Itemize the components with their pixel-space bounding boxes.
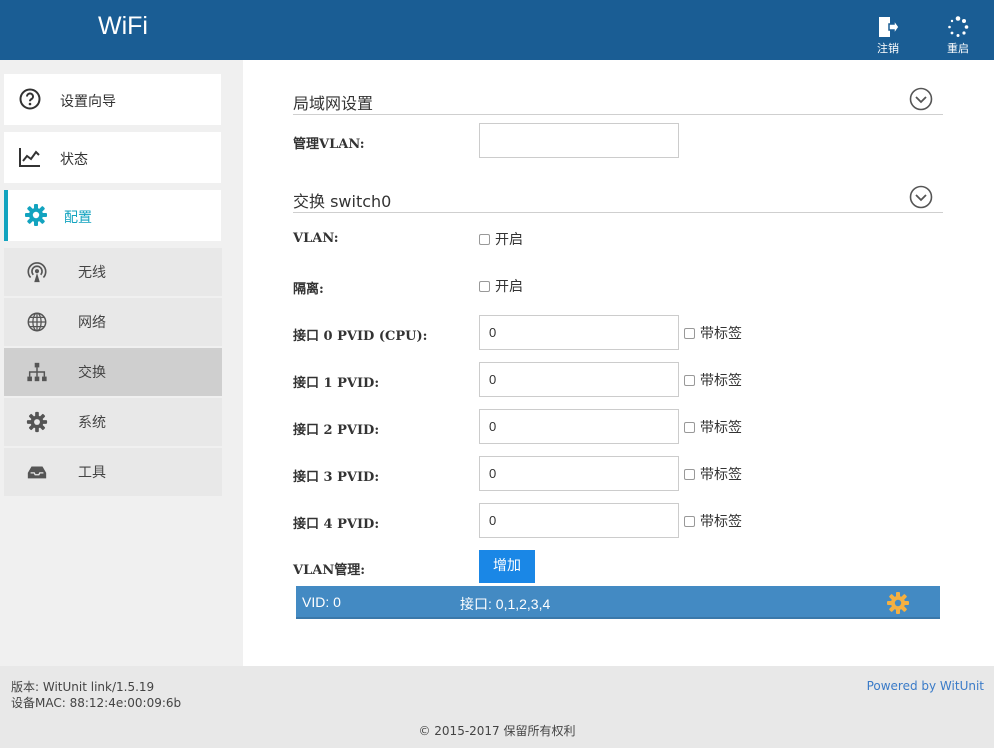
logout-icon [879, 17, 899, 37]
checkbox-label: 带标签 [700, 514, 742, 530]
sidebar-subitem-label: 系统 [78, 415, 106, 431]
top-header: WiFi 注销 重启 [0, 0, 994, 60]
sidebar-item-config[interactable]: 配置 [4, 190, 221, 241]
line-chart-icon [19, 148, 40, 167]
vlan-enable-checkbox[interactable]: 开启 [479, 229, 523, 249]
section-title: 局域网设置 [293, 94, 374, 113]
section-switch-header: 交换 switch0 [293, 185, 943, 213]
mgmt-vlan-input[interactable] [479, 123, 679, 158]
sidebar-subitem-network[interactable]: 网络 [4, 298, 222, 346]
footer: 版本: WitUnit link/1.5.19 设备MAC: 88:12:4e:… [0, 666, 994, 748]
port-4-tagged-checkbox[interactable]: 带标签 [684, 511, 742, 531]
sidebar-subitem-label: 工具 [78, 465, 106, 481]
section-lan-header: 局域网设置 [293, 87, 943, 115]
checkbox-box[interactable] [479, 234, 490, 245]
port-1-tagged-checkbox[interactable]: 带标签 [684, 370, 742, 390]
wireless-icon [27, 262, 47, 283]
checkbox-box[interactable] [684, 328, 695, 339]
port-0-pvid-input[interactable] [479, 315, 679, 350]
add-vlan-button[interactable]: 增加 [479, 550, 535, 583]
version-info: 版本: WitUnit link/1.5.19 设备MAC: 88:12:4e:… [11, 679, 181, 711]
brand-title: WiFi [98, 12, 148, 40]
sidebar-item-status[interactable]: 状态 [4, 132, 221, 183]
port-0-tagged-checkbox[interactable]: 带标签 [684, 323, 742, 343]
gear-icon [25, 204, 47, 226]
sidebar-item-label: 配置 [64, 210, 92, 226]
mgmt-vlan-label: 管理VLAN: [293, 137, 365, 152]
sidebar-subitem-label: 交换 [78, 365, 106, 381]
vlan-label: VLAN: [293, 231, 339, 246]
reboot-button[interactable]: 重启 [938, 16, 978, 56]
vlan-row[interactable]: VID: 0 接口: 0,1,2,3,4 [296, 586, 940, 619]
section-title: 交换 switch0 [293, 192, 392, 211]
question-circle-icon [19, 88, 41, 110]
reboot-label: 重启 [947, 42, 969, 55]
copyright: © 2015-2017 保留所有权利 [418, 724, 576, 738]
checkbox-label: 开启 [495, 279, 523, 295]
vlan-row-vid: VID: 0 [302, 594, 341, 610]
checkbox-label: 带标签 [700, 420, 742, 436]
vlan-row-ports: 接口: 0,1,2,3,4 [460, 596, 551, 612]
version-text: 版本: WitUnit link/1.5.19 [11, 680, 155, 694]
isolate-label: 隔离: [293, 282, 324, 297]
port-2-pvid-input[interactable] [479, 409, 679, 444]
chevron-down-icon[interactable] [909, 185, 933, 209]
checkbox-label: 开启 [495, 232, 523, 248]
mac-text: 设备MAC: 88:12:4e:00:09:6b [11, 696, 182, 710]
sidebar-subitem-system[interactable]: 系统 [4, 398, 222, 446]
isolate-enable-checkbox[interactable]: 开启 [479, 276, 523, 296]
sidebar-item-label: 设置向导 [60, 94, 116, 110]
logout-label: 注销 [877, 42, 899, 55]
sidebar-item-label: 状态 [60, 152, 88, 168]
port-2-tagged-checkbox[interactable]: 带标签 [684, 417, 742, 437]
sidebar-item-setup-wizard[interactable]: 设置向导 [4, 74, 221, 125]
checkbox-box[interactable] [684, 422, 695, 433]
sidebar: 设置向导 状态 配置 无线 网络 交换 系统 工具 [0, 60, 243, 666]
sidebar-subitem-label: 网络 [78, 315, 106, 331]
port-3-label: 接口 3 PVID: [293, 470, 380, 485]
sidebar-subitem-switch[interactable]: 交换 [4, 348, 222, 396]
gear-icon[interactable] [886, 591, 910, 615]
checkbox-label: 带标签 [700, 326, 742, 342]
vlan-mgmt-label: VLAN管理: [293, 563, 365, 578]
port-4-pvid-input[interactable] [479, 503, 679, 538]
checkbox-label: 带标签 [700, 373, 742, 389]
checkbox-box[interactable] [479, 281, 490, 292]
port-0-label: 接口 0 PVID (CPU): [293, 329, 428, 344]
spinner-icon [948, 16, 969, 37]
sidebar-subitem-wireless[interactable]: 无线 [4, 248, 222, 296]
inbox-icon [27, 466, 47, 479]
gear-icon [26, 411, 48, 433]
sitemap-icon [27, 362, 47, 382]
checkbox-label: 带标签 [700, 467, 742, 483]
sidebar-subitem-tools[interactable]: 工具 [4, 448, 222, 496]
globe-icon [27, 312, 47, 332]
checkbox-box[interactable] [684, 469, 695, 480]
port-1-pvid-input[interactable] [479, 362, 679, 397]
main-content: 局域网设置 管理VLAN: 交换 switch0 VLAN: 开启 隔离: 开启… [243, 60, 994, 666]
checkbox-box[interactable] [684, 516, 695, 527]
port-3-tagged-checkbox[interactable]: 带标签 [684, 464, 742, 484]
port-3-pvid-input[interactable] [479, 456, 679, 491]
sidebar-subitem-label: 无线 [78, 265, 106, 281]
port-4-label: 接口 4 PVID: [293, 517, 380, 532]
port-1-label: 接口 1 PVID: [293, 376, 380, 391]
chevron-down-icon[interactable] [909, 87, 933, 111]
powered-by-link[interactable]: Powered by WitUnit [867, 679, 984, 693]
checkbox-box[interactable] [684, 375, 695, 386]
port-2-label: 接口 2 PVID: [293, 423, 380, 438]
logout-button[interactable]: 注销 [868, 16, 908, 56]
